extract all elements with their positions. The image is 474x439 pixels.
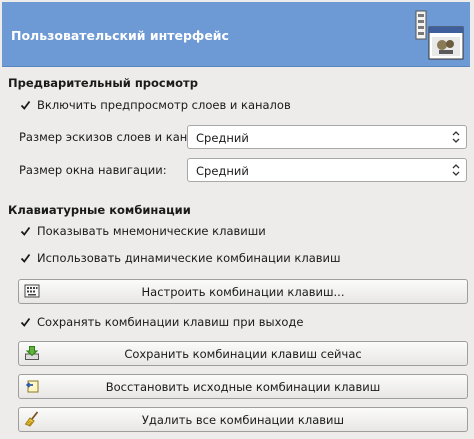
clear-shortcuts-label: Удалить все комбинации клавиш — [141, 413, 345, 427]
enable-preview-label: Включить предпросмотр слоев и каналов — [37, 98, 291, 112]
clear-shortcuts-button[interactable]: Удалить все комбинации клавиш — [18, 407, 468, 432]
show-mnemonics-checkbox[interactable]: Показывать мнемонические клавиши — [20, 222, 266, 240]
section-title-preview: Предварительный просмотр — [8, 76, 198, 90]
thumbnail-size-select[interactable]: Средний — [187, 125, 467, 149]
updown-arrow-icon — [452, 130, 460, 147]
configure-shortcuts-button[interactable]: Настроить комбинации клавиш... — [18, 279, 468, 304]
dynamic-shortcuts-label: Использовать динамические комбинации кла… — [37, 251, 341, 265]
save-on-exit-checkbox[interactable]: Сохранять комбинации клавиш при выходе — [20, 313, 303, 331]
save-shortcuts-now-button[interactable]: Сохранить комбинации клавиш сейчас — [18, 341, 468, 366]
navigation-size-value: Средний — [196, 164, 249, 178]
page-title: Пользовательский интерфейс — [11, 28, 229, 43]
updown-arrow-icon — [452, 163, 460, 180]
configure-shortcuts-label: Настроить комбинации клавиш... — [141, 285, 345, 299]
save-shortcuts-now-label: Сохранить комбинации клавиш сейчас — [124, 347, 362, 361]
checkbox-checked-icon[interactable] — [20, 317, 31, 328]
enable-preview-checkbox[interactable]: Включить предпросмотр слоев и каналов — [20, 96, 291, 114]
restore-shortcuts-button[interactable]: Восстановить исходные комбинации клавиш — [18, 374, 468, 399]
section-title-shortcuts: Клавиатурные комбинации — [8, 203, 191, 217]
checkbox-checked-icon[interactable] — [20, 253, 31, 264]
restore-shortcuts-label: Восстановить исходные комбинации клавиш — [105, 380, 381, 394]
checkbox-checked-icon[interactable] — [20, 100, 31, 111]
navigation-size-select[interactable]: Средний — [187, 158, 467, 182]
navigation-size-label: Размер окна навигации: — [19, 163, 167, 177]
show-mnemonics-label: Показывать мнемонические клавиши — [37, 224, 266, 238]
page-header: Пользовательский интерфейс — [2, 2, 470, 67]
preferences-interface-icon — [411, 10, 467, 62]
dynamic-shortcuts-checkbox[interactable]: Использовать динамические комбинации кла… — [20, 249, 341, 267]
save-on-exit-label: Сохранять комбинации клавиш при выходе — [37, 315, 304, 329]
checkbox-checked-icon[interactable] — [20, 226, 31, 237]
thumbnail-size-value: Средний — [196, 131, 249, 145]
